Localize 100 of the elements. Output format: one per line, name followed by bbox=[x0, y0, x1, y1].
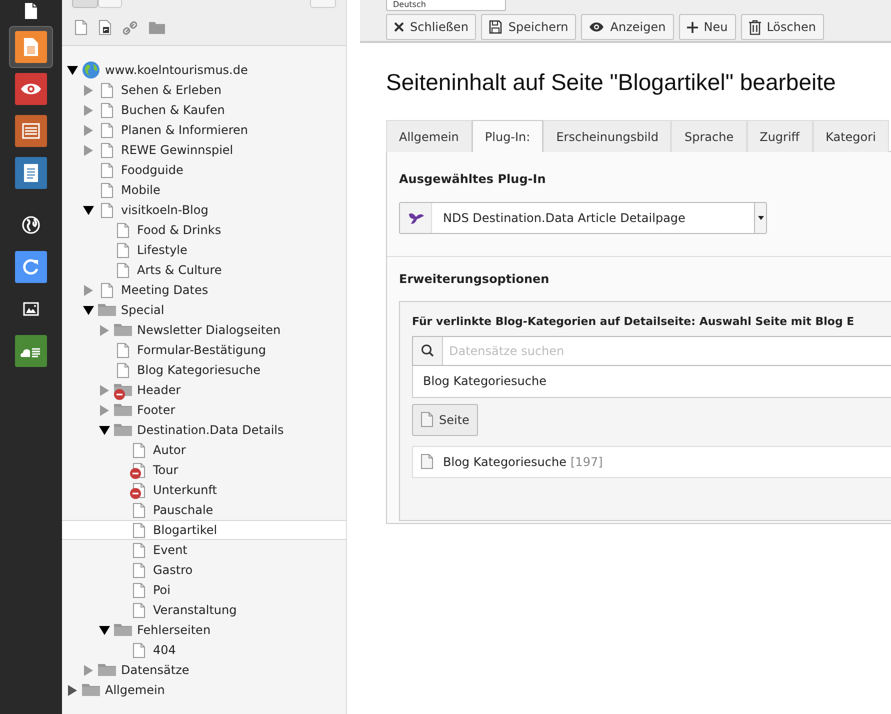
folder-icon bbox=[82, 684, 100, 696]
tree-item-label: Destination.Data Details bbox=[137, 422, 284, 439]
tree-item-label: Tour bbox=[153, 462, 178, 479]
tree-item[interactable]: Pauschale bbox=[62, 500, 346, 520]
folder-icon bbox=[114, 424, 132, 436]
tree-item[interactable]: Food & Drinks bbox=[62, 220, 346, 240]
collapse-arrow-icon[interactable] bbox=[99, 426, 110, 434]
tree-item[interactable]: Meeting Dates bbox=[62, 280, 346, 300]
tree-item-label: Footer bbox=[137, 402, 176, 419]
search-result[interactable]: Blog Kategoriesuche bbox=[412, 366, 891, 398]
trash-icon bbox=[748, 20, 761, 34]
tree-item[interactable]: Poi bbox=[62, 580, 346, 600]
tree-item-label: Allgemein bbox=[105, 682, 165, 699]
module-button[interactable] bbox=[9, 26, 53, 68]
tree-item-label: Poi bbox=[153, 582, 170, 599]
toolbar-button[interactable]: Schließen bbox=[386, 14, 476, 40]
eye-icon bbox=[589, 22, 604, 32]
tree-item[interactable]: Destination.Data Details bbox=[62, 420, 346, 440]
tree-item[interactable]: Fehlerseiten bbox=[62, 620, 346, 640]
close-icon bbox=[394, 22, 404, 32]
tab[interactable]: Allgemein bbox=[386, 120, 472, 152]
tree-item[interactable]: Blogartikel bbox=[62, 520, 346, 540]
tree-item[interactable]: Blog Kategoriesuche bbox=[62, 360, 346, 380]
tree-item-label: Autor bbox=[153, 442, 186, 459]
tree-item[interactable]: Footer bbox=[62, 400, 346, 420]
collapse-arrow-icon[interactable] bbox=[99, 626, 110, 634]
tree-item[interactable]: Special bbox=[62, 300, 346, 320]
tree-item[interactable]: Buchen & Kaufen bbox=[62, 100, 346, 120]
tree-item-label: visitkoeln-Blog bbox=[121, 202, 208, 219]
page-icon bbox=[101, 282, 113, 298]
page-icon bbox=[117, 342, 129, 358]
collapse-arrow-icon[interactable] bbox=[67, 66, 78, 74]
tree-item[interactable]: Newsletter Dialogseiten bbox=[62, 320, 346, 340]
plugin-select[interactable]: NDS Destination.Data Article Detailpage bbox=[399, 202, 767, 234]
tree-item-label: Fehlerseiten bbox=[137, 622, 211, 639]
page-icon bbox=[101, 142, 113, 158]
page-icon bbox=[101, 202, 113, 218]
page-icon bbox=[133, 602, 145, 618]
folder-icon bbox=[114, 404, 132, 416]
tree-item[interactable]: Autor bbox=[62, 440, 346, 460]
tree-item-label: Meeting Dates bbox=[121, 282, 208, 299]
page-lines-icon bbox=[15, 31, 47, 63]
page-icon bbox=[117, 262, 129, 278]
language-select[interactable]: Deutsch bbox=[386, 0, 506, 11]
tree-item-label: Newsletter Dialogseiten bbox=[137, 322, 281, 339]
tree-item-label: 404 bbox=[153, 642, 176, 659]
tree-item[interactable]: Formular-Bestätigung bbox=[62, 340, 346, 360]
tree-item-label: Veranstaltung bbox=[153, 602, 237, 619]
tree-item[interactable]: Event bbox=[62, 540, 346, 560]
tree-item-label: Blogartikel bbox=[153, 522, 218, 539]
globe-icon bbox=[82, 61, 100, 79]
tree-item[interactable]: Veranstaltung bbox=[62, 600, 346, 620]
link-icon[interactable] bbox=[123, 20, 137, 34]
tree-item[interactable]: Arts & Culture bbox=[62, 260, 346, 280]
tab[interactable]: Zugriff bbox=[746, 120, 813, 152]
tree-item[interactable]: Tour bbox=[62, 460, 346, 480]
toolbar-button[interactable]: Löschen bbox=[740, 14, 824, 40]
page-icon bbox=[133, 562, 145, 578]
tree-item-label: Header bbox=[137, 382, 181, 399]
page-icon bbox=[421, 454, 433, 469]
document-icon bbox=[15, 157, 47, 189]
tree-item[interactable]: Lifestyle bbox=[62, 240, 346, 260]
page-heading: Seiteninhalt auf Seite "Blogartikel" bearbeite bbox=[386, 68, 837, 97]
tree-item[interactable]: Foodguide bbox=[62, 160, 346, 180]
tree-item[interactable]: Header bbox=[62, 380, 346, 400]
tab[interactable]: Erscheinungsbild bbox=[543, 120, 672, 152]
tree-item[interactable]: REWE Gewinnspiel bbox=[62, 140, 346, 160]
page-button[interactable]: Seite bbox=[412, 404, 478, 436]
tree-item[interactable]: Gastro bbox=[62, 560, 346, 580]
expand-arrow-icon[interactable] bbox=[68, 684, 77, 696]
tab[interactable]: Kategori bbox=[812, 120, 889, 152]
selected-item[interactable]: Blog Kategoriesuche [197] bbox=[412, 446, 891, 478]
tree-item[interactable]: Mobile bbox=[62, 180, 346, 200]
tree-item-label: Planen & Informieren bbox=[121, 122, 248, 139]
caret-icon bbox=[758, 216, 764, 220]
tree-item[interactable]: visitkoeln-Blog bbox=[62, 200, 346, 220]
toolbar-button[interactable]: Speichern bbox=[481, 14, 576, 40]
folder-icon bbox=[98, 664, 116, 676]
collapse-arrow-icon[interactable] bbox=[83, 306, 94, 314]
page-icon bbox=[101, 162, 113, 178]
tab[interactable]: Sprache bbox=[671, 120, 747, 152]
tree-item[interactable]: Planen & Informieren bbox=[62, 120, 346, 140]
page-icon bbox=[117, 362, 129, 378]
tree-item[interactable]: 404 bbox=[62, 640, 346, 660]
tree-item[interactable]: Unterkunft bbox=[62, 480, 346, 500]
toolbar-button[interactable]: Anzeigen bbox=[581, 14, 674, 40]
tree-item[interactable]: Allgemein bbox=[62, 680, 346, 700]
tree-item[interactable]: Sehen & Erleben bbox=[62, 80, 346, 100]
tree-item[interactable]: Datensätze bbox=[62, 660, 346, 680]
tree-item[interactable]: www.koelntourismus.de bbox=[62, 60, 346, 80]
item-uid: [197] bbox=[570, 454, 603, 470]
folder-icon bbox=[114, 324, 132, 336]
toolbar-button[interactable]: Neu bbox=[678, 14, 736, 40]
page-icon bbox=[133, 582, 145, 598]
page-icon bbox=[133, 502, 145, 518]
page-arrow-icon[interactable] bbox=[99, 20, 111, 35]
folder-icon bbox=[114, 624, 132, 636]
tab[interactable]: Plug-In: bbox=[472, 120, 544, 152]
tree-item-label: www.koelntourismus.de bbox=[105, 62, 248, 79]
collapse-arrow-icon[interactable] bbox=[83, 206, 94, 214]
